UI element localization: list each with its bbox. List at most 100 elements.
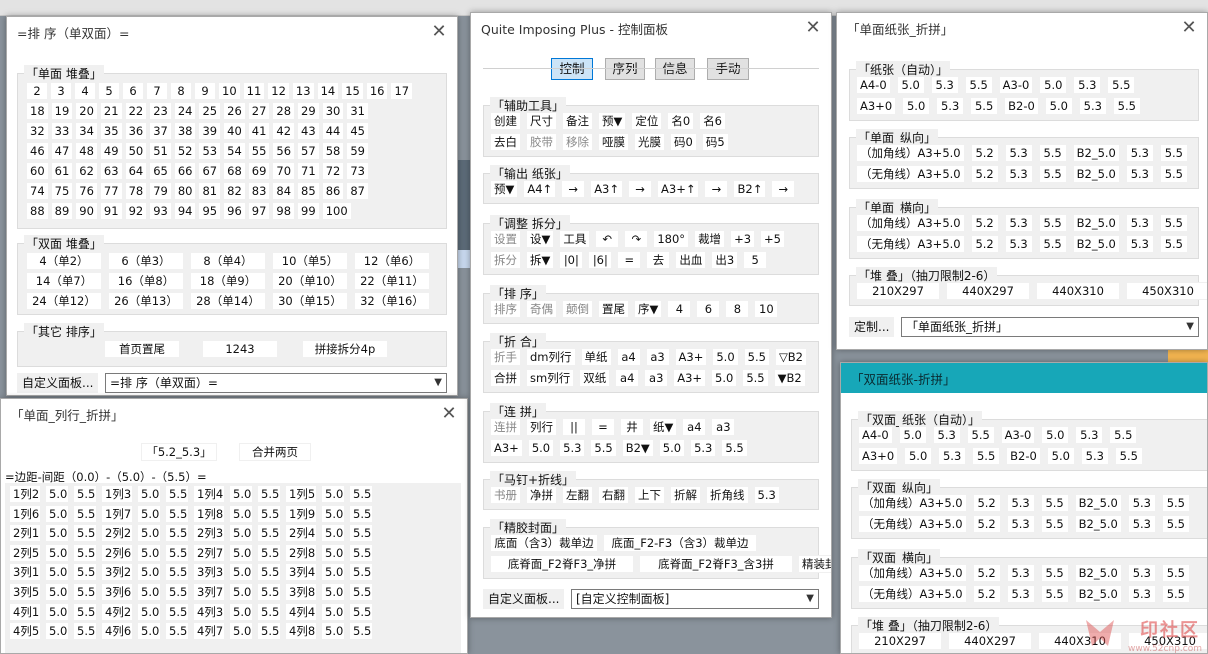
control-button[interactable]: +5 (760, 230, 785, 248)
column-row-button[interactable]: 3列4 (285, 563, 317, 582)
single-stack-button[interactable]: 45 (346, 122, 369, 140)
single-stack-button[interactable]: 35 (99, 122, 123, 140)
column-row-button[interactable]: 2列8 (285, 543, 317, 562)
column-row-button[interactable]: 5.5 (73, 504, 97, 523)
control-button[interactable]: 设置 (490, 230, 521, 248)
single-stack-button[interactable]: 91 (99, 202, 123, 220)
single-stack-button[interactable]: 48 (75, 142, 98, 160)
double-stack-button[interactable]: 20（单10） (272, 272, 348, 290)
control-button[interactable]: 纸▼ (649, 418, 678, 436)
double-paper-button[interactable]: 5.5 (1161, 515, 1190, 533)
close-icon[interactable]: ✕ (439, 404, 459, 424)
column-row-button[interactable]: 5.0 (229, 485, 253, 503)
single-stack-button[interactable]: 43 (297, 122, 320, 140)
control-button[interactable]: 10 (754, 300, 779, 318)
single-stack-button[interactable]: 52 (173, 142, 197, 160)
single-stack-button[interactable]: 32 (26, 122, 49, 140)
column-row-button[interactable]: 5.0 (321, 524, 345, 543)
single-paper-button[interactable]: B2_5.0 (1072, 165, 1120, 183)
single-stack-button[interactable]: 44 (321, 122, 345, 140)
double-paper-button[interactable]: A3+0 (858, 447, 899, 465)
single-stack-button[interactable]: 23 (149, 102, 172, 120)
close-icon[interactable]: ✕ (429, 22, 449, 42)
single-paper-button[interactable]: 5.5 (1038, 144, 1067, 162)
single-paper-button[interactable]: B2-0 (1004, 97, 1039, 115)
column-row-button[interactable]: 2列3 (193, 524, 225, 543)
single-stack-button[interactable]: 83 (247, 182, 271, 200)
single-stack-button[interactable]: 38 (173, 122, 197, 140)
single-stack-button[interactable]: 41 (247, 122, 271, 140)
column-row-button[interactable]: 4列1 (9, 602, 41, 621)
control-button[interactable]: 折角线 (706, 486, 749, 504)
column-row-button[interactable]: 5.5 (165, 504, 189, 523)
double-paper-button[interactable]: 5.3 (932, 426, 961, 444)
control-button[interactable]: ▽B2 (774, 348, 807, 366)
column-row-button[interactable]: 5.0 (229, 563, 253, 582)
single-paper-button[interactable]: 5.3 (936, 97, 965, 115)
double-paper-button[interactable]: （无角线）A3+5.0 (858, 515, 967, 533)
single-stack-button[interactable]: 19 (50, 102, 74, 120)
single-stack-button[interactable]: 47 (50, 142, 74, 160)
column-row-button[interactable]: 5.0 (137, 583, 161, 601)
single-paper-button[interactable]: （加角线）A3+5.0 (856, 144, 965, 162)
column-row-button[interactable]: 5.0 (321, 583, 345, 601)
control-panel-select[interactable]: [自定义控制面板] ▼ (571, 589, 819, 609)
single-stack-button[interactable]: 31 (346, 102, 369, 120)
control-button[interactable]: A3+ (490, 439, 523, 457)
single-stack-button[interactable]: 27 (247, 102, 271, 120)
column-row-button[interactable]: 4列4 (285, 602, 317, 621)
column-row-button[interactable]: 5.5 (349, 543, 373, 562)
control-button[interactable]: 单纸 (580, 348, 612, 366)
double-paper-button[interactable]: 5.0 (898, 426, 927, 444)
single-paper-button[interactable]: 5.3 (1125, 165, 1154, 183)
double-stack-button[interactable]: 24（单12） (26, 292, 102, 310)
column-row-button[interactable]: 2列6 (101, 543, 133, 562)
column-row-button[interactable]: 5.0 (229, 602, 253, 621)
control-button[interactable]: 5.3 (559, 439, 586, 457)
double-stack-button[interactable]: 12（单6） (354, 252, 430, 270)
column-row-button[interactable]: 5.5 (165, 622, 189, 641)
control-button[interactable]: 排序 (490, 300, 521, 318)
double-paper-button[interactable]: 5.0 (1041, 426, 1070, 444)
single-paper-button[interactable]: 210X297 (856, 282, 940, 300)
double-stack-button[interactable]: 22（单11） (354, 272, 430, 290)
single-paper-button[interactable]: 5.5 (1159, 214, 1188, 232)
column-row-button[interactable]: 5.5 (165, 602, 189, 621)
other-sort-button[interactable]: 首页置尾 (104, 340, 180, 358)
double-paper-button[interactable]: 5.2 (972, 585, 1001, 603)
control-button[interactable]: 拆分 (490, 251, 521, 269)
panel-select[interactable]: =排 序（单双面）= ▼ (105, 373, 447, 393)
double-stack-button[interactable]: 16（单8） (108, 272, 184, 290)
column-row-button[interactable]: 5.5 (257, 563, 281, 582)
control-button[interactable]: 5.5 (721, 439, 748, 457)
single-paper-button[interactable]: 5.5 (1159, 144, 1188, 162)
column-row-button[interactable]: 5.0 (45, 524, 69, 543)
column-row-button[interactable]: 5.5 (73, 485, 97, 503)
column-row-button[interactable]: 3列6 (101, 583, 133, 601)
double-paper-button[interactable]: 5.5 (1109, 426, 1138, 444)
margin-preset-button[interactable]: 「5.2_5.3」 (141, 443, 217, 461)
single-stack-button[interactable]: 77 (99, 182, 123, 200)
paper-panel-select[interactable]: 「单面纸张_折拼」 ▼ (901, 317, 1199, 337)
column-row-button[interactable]: 5.0 (137, 504, 161, 523)
tab-control[interactable]: 控制 (551, 58, 593, 80)
single-stack-button[interactable]: 59 (346, 142, 369, 160)
column-row-button[interactable]: 5.5 (349, 524, 373, 543)
column-row-button[interactable]: 5.0 (229, 504, 253, 523)
other-sort-button[interactable]: 拼接拆分4p (302, 340, 388, 358)
single-stack-button[interactable]: 74 (26, 182, 49, 200)
single-stack-button[interactable]: 3 (50, 82, 72, 100)
double-paper-button[interactable]: A3-0 (1000, 426, 1036, 444)
column-row-button[interactable]: 5.0 (137, 602, 161, 621)
column-row-button[interactable]: 5.5 (349, 485, 373, 503)
single-paper-button[interactable]: 5.5 (1112, 97, 1141, 115)
control-button[interactable]: 光膜 (634, 133, 665, 151)
single-stack-button[interactable]: 79 (149, 182, 172, 200)
control-button[interactable]: 5.5 (743, 348, 770, 366)
single-stack-button[interactable]: 20 (75, 102, 98, 120)
single-stack-button[interactable]: 36 (124, 122, 148, 140)
column-row-button[interactable]: 5.0 (137, 485, 161, 503)
control-button[interactable]: 折手 (490, 348, 521, 366)
double-paper-button[interactable]: A4-0 (858, 426, 893, 444)
double-paper-button[interactable]: 5.5 (966, 426, 995, 444)
